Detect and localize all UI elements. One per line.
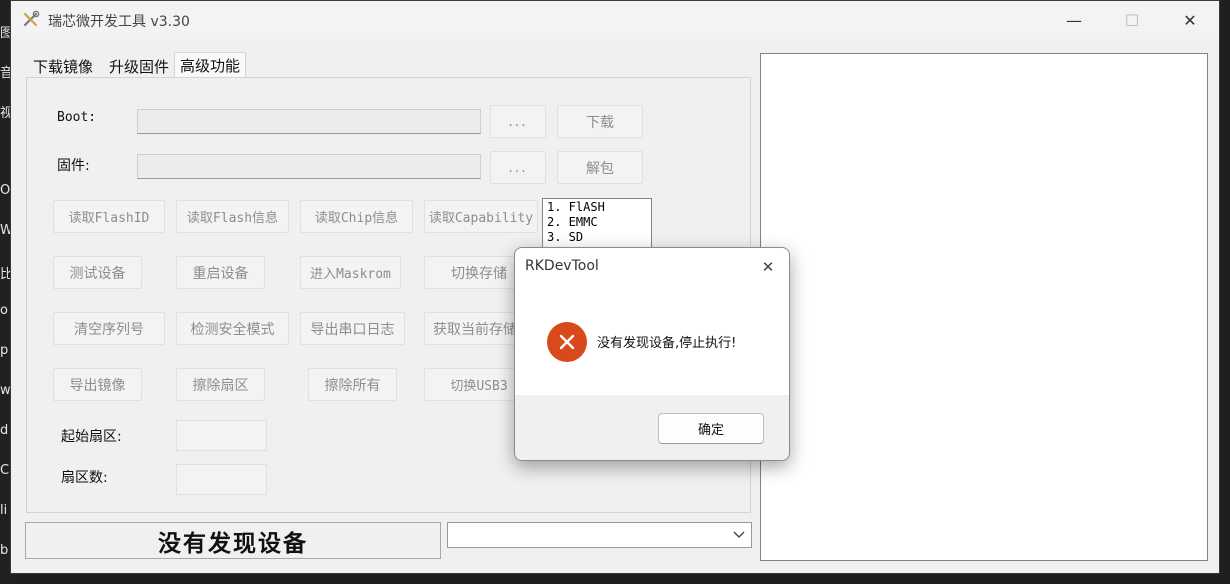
ok-button[interactable]: 确定: [658, 413, 764, 444]
erase-sector-button[interactable]: 擦除扇区: [176, 368, 265, 401]
minimize-button[interactable]: —: [1045, 1, 1103, 39]
close-icon: ✕: [1183, 10, 1197, 30]
error-icon: [547, 322, 587, 362]
dialog-message: 没有发现设备,停止执行!: [597, 336, 737, 351]
dialog-title: RKDevTool: [525, 258, 599, 274]
storage-list[interactable]: 1. FlASH 2. EMMC 3. SD: [542, 198, 652, 252]
background-app-strip: [0, 0, 10, 584]
device-select[interactable]: [447, 522, 752, 548]
chevron-down-icon[interactable]: [731, 526, 747, 544]
read-chip-info-button[interactable]: 读取Chip信息: [300, 200, 413, 233]
test-device-button[interactable]: 测试设备: [53, 256, 142, 289]
dialog-close-button[interactable]: ✕: [755, 254, 781, 280]
boot-path-field[interactable]: [137, 109, 481, 134]
list-item[interactable]: 3. SD: [547, 230, 647, 245]
export-image-button[interactable]: 导出镜像: [53, 368, 142, 401]
boot-download-button[interactable]: 下载: [557, 105, 643, 138]
read-flash-info-button[interactable]: 读取Flash信息: [176, 200, 289, 233]
maximize-button[interactable]: ☐: [1103, 1, 1161, 39]
read-flash-id-button[interactable]: 读取FlashID: [53, 200, 165, 233]
list-item[interactable]: 2. EMMC: [547, 215, 647, 230]
enter-maskrom-button[interactable]: 进入Maskrom: [300, 256, 401, 289]
boot-browse-button[interactable]: ...: [490, 105, 546, 138]
sector-count-field[interactable]: [176, 464, 267, 495]
title-bar[interactable]: 瑞芯微开发工具 v3.30 — ☐ ✕: [11, 1, 1219, 39]
firmware-path-field[interactable]: [137, 154, 481, 179]
clear-serial-button[interactable]: 清空序列号: [53, 312, 165, 345]
device-status: 没有发现设备: [25, 522, 441, 559]
erase-all-button[interactable]: 擦除所有: [308, 368, 397, 401]
export-serial-log-button[interactable]: 导出串口日志: [300, 312, 405, 345]
firmware-browse-button[interactable]: ...: [490, 151, 546, 184]
tab-advanced-functions[interactable]: 高级功能: [174, 52, 247, 79]
sector-count-label: 扇区数:: [61, 470, 108, 486]
check-secure-mode-button[interactable]: 检测安全模式: [176, 312, 289, 345]
log-output[interactable]: [760, 53, 1208, 561]
start-sector-label: 起始扇区:: [61, 429, 122, 445]
tab-download-image[interactable]: 下载镜像: [28, 54, 98, 78]
reboot-device-button[interactable]: 重启设备: [176, 256, 265, 289]
close-button[interactable]: ✕: [1161, 1, 1219, 39]
start-sector-field[interactable]: [176, 420, 267, 451]
tab-upgrade-firmware[interactable]: 升级固件: [104, 54, 174, 78]
window-title: 瑞芯微开发工具 v3.30: [48, 14, 190, 30]
minimize-icon: —: [1066, 10, 1082, 30]
error-dialog: RKDevTool ✕ 没有发现设备,停止执行! 确定: [514, 247, 790, 461]
tools-icon: [23, 10, 40, 27]
boot-label: Boot:: [57, 110, 97, 125]
close-icon: ✕: [761, 258, 775, 276]
read-capability-button[interactable]: 读取Capability: [424, 200, 538, 233]
firmware-label: 固件:: [57, 158, 90, 174]
maximize-icon: ☐: [1124, 10, 1140, 30]
unpack-button[interactable]: 解包: [557, 151, 643, 184]
list-item[interactable]: 1. FlASH: [547, 200, 647, 215]
